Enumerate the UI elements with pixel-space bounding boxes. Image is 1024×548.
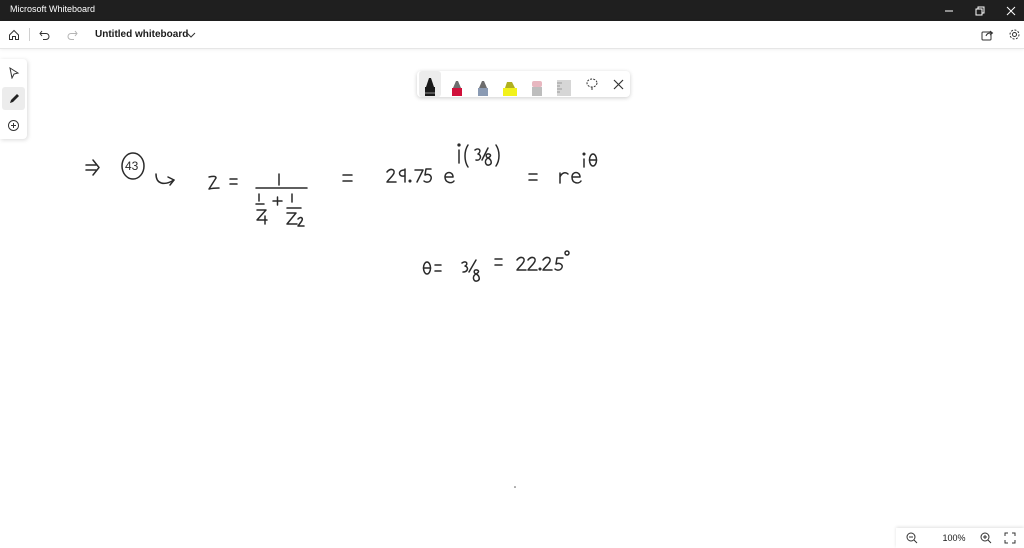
ink-theta-equation <box>422 250 570 282</box>
gear-icon <box>1009 29 1019 40</box>
restore-button[interactable] <box>965 0 995 21</box>
ink-z <box>208 175 238 190</box>
close-icon <box>1006 6 1016 15</box>
ink-problem-number: 43 <box>121 152 145 180</box>
share-button[interactable] <box>975 21 999 48</box>
ink-exponential <box>444 143 500 184</box>
restore-icon <box>975 6 985 15</box>
undo-icon <box>39 30 50 40</box>
undo-button[interactable] <box>33 21 57 48</box>
minimize-button[interactable] <box>934 0 964 21</box>
ink-equals-2 <box>528 173 538 181</box>
ink-implies-arrow <box>85 159 100 176</box>
ink-value-29-75 <box>386 168 432 183</box>
zoom-in-button[interactable] <box>974 528 998 548</box>
zoom-controls: 100% <box>896 528 1024 548</box>
svg-text:43: 43 <box>125 159 139 173</box>
board-title-dropdown[interactable] <box>181 21 201 48</box>
home-button[interactable] <box>2 21 26 48</box>
settings-button[interactable] <box>1002 21 1024 48</box>
home-icon <box>9 29 19 40</box>
ink-stray-dot <box>514 486 516 488</box>
close-window-button[interactable] <box>996 0 1024 21</box>
zoom-out-button[interactable] <box>900 528 924 548</box>
fit-screen-icon <box>1004 532 1016 544</box>
minimize-icon <box>945 10 953 11</box>
app-toolbar: Untitled whiteboard <box>0 21 1024 49</box>
redo-icon <box>67 30 78 40</box>
ink-polar-form <box>559 152 598 184</box>
zoom-out-icon <box>906 532 918 544</box>
zoom-level[interactable]: 100% <box>934 533 974 543</box>
chevron-down-icon <box>186 32 196 38</box>
whiteboard-canvas[interactable]: 43 <box>0 48 1024 526</box>
fit-to-screen-button[interactable] <box>998 528 1022 548</box>
toolbar-divider <box>29 28 30 41</box>
ink-layer: 43 <box>85 143 598 488</box>
ink-hook-arrow <box>155 173 175 186</box>
redo-button[interactable] <box>60 21 84 48</box>
app-title: Microsoft Whiteboard <box>10 4 96 14</box>
zoom-in-icon <box>980 532 992 544</box>
ink-fraction <box>255 173 308 227</box>
ink-equals-1 <box>342 174 353 182</box>
board-title[interactable]: Untitled whiteboard <box>95 29 188 40</box>
share-icon <box>981 30 993 40</box>
title-bar: Microsoft Whiteboard <box>0 0 1024 21</box>
